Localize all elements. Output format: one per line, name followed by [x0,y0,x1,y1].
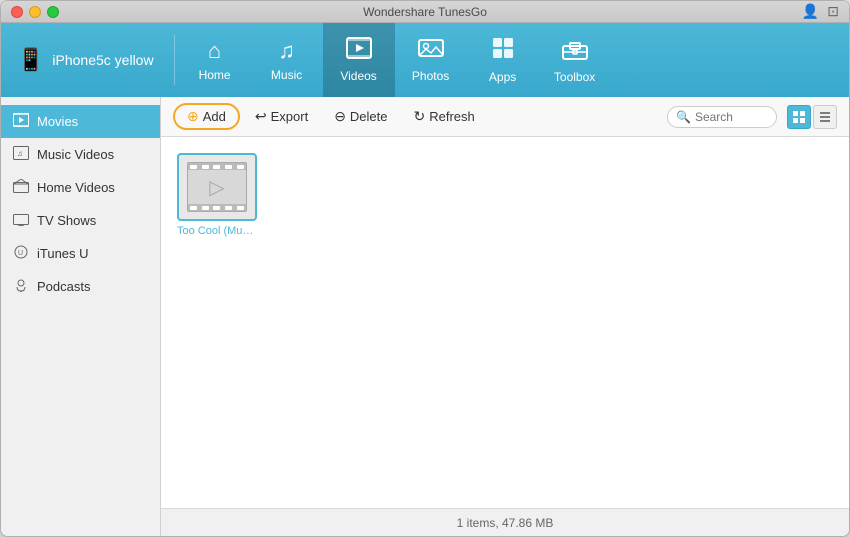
nav-home-label: Home [199,68,231,82]
delete-icon: ⊖ [334,108,346,125]
nav-item-photos[interactable]: Photos [395,23,467,97]
sidebar-home-videos-label: Home Videos [37,180,115,195]
add-label: Add [203,109,226,124]
refresh-icon: ↻ [414,108,426,125]
film-hole [213,206,220,210]
video-item[interactable]: ▷ Too Cool (Musi... [177,153,257,237]
status-text: 1 items, 47.86 MB [457,516,554,530]
device-label: 📱 iPhone5c yellow [1,47,170,73]
user-icon[interactable]: 👤 [802,3,819,20]
film-hole [202,206,209,210]
nav-apps-label: Apps [489,70,516,84]
video-label: Too Cool (Musi... [177,225,257,237]
search-box[interactable]: 🔍 [667,106,777,128]
export-label: Export [271,109,309,124]
film-hole [190,165,197,169]
sidebar-item-home-videos[interactable]: Home Videos [1,171,160,204]
nav-separator [174,35,175,85]
sidebar-item-tv-shows[interactable]: TV Shows [1,204,160,237]
sidebar-movies-label: Movies [37,114,78,129]
export-icon: ↩ [255,108,267,125]
search-input[interactable] [695,110,775,124]
svg-text:U: U [18,250,23,257]
film-hole [202,165,209,169]
nav-toolbox-label: Toolbox [554,70,595,84]
film-hole [237,165,244,169]
content-area: Movies ♫ Music Videos Hom [1,97,849,536]
traffic-lights [11,6,59,18]
sidebar-tv-shows-label: TV Shows [37,213,96,228]
sidebar: Movies ♫ Music Videos Hom [1,97,161,536]
film-hole [190,206,197,210]
video-thumb-inner: ▷ [187,162,247,212]
itunes-u-sidebar-icon: U [13,245,29,262]
nav-items: ⌂ Home ♫ Music Videos [179,23,611,97]
home-icon: ⌂ [208,38,221,64]
minimize-button[interactable] [29,6,41,18]
main-panel: ⊕ Add ↩ Export ⊖ Delete ↻ Refresh 🔍 [161,97,849,536]
list-view-button[interactable] [813,105,837,129]
nav-videos-label: Videos [340,69,376,83]
grid-view-button[interactable] [787,105,811,129]
status-bar: 1 items, 47.86 MB [161,508,849,536]
play-icon: ▷ [209,175,224,200]
podcasts-sidebar-icon [13,278,29,295]
film-hole [225,206,232,210]
sidebar-music-videos-label: Music Videos [37,147,114,162]
video-thumbnail: ▷ [177,153,257,221]
grid-content: ▷ Too Cool (Musi... [161,137,849,508]
device-icon: 📱 [17,47,44,73]
sidebar-itunes-u-label: iTunes U [37,246,89,261]
film-strip-top [188,163,246,170]
device-name: iPhone5c yellow [52,52,153,68]
nav-item-home[interactable]: ⌂ Home [179,23,251,97]
sidebar-item-movies[interactable]: Movies [1,105,160,138]
nav-item-apps[interactable]: Apps [467,23,539,97]
maximize-button[interactable] [47,6,59,18]
music-icon: ♫ [278,38,295,64]
nav-item-music[interactable]: ♫ Music [251,23,323,97]
film-hole [237,206,244,210]
sidebar-item-itunes-u[interactable]: U iTunes U [1,237,160,270]
nav-music-label: Music [271,68,302,82]
photos-icon [418,37,444,65]
nav-item-toolbox[interactable]: Toolbox [539,23,611,97]
refresh-button[interactable]: ↻ Refresh [403,103,486,130]
movies-sidebar-icon [13,113,29,130]
view-toggle [787,105,837,129]
add-button[interactable]: ⊕ Add [173,103,240,130]
refresh-label: Refresh [429,109,475,124]
delete-label: Delete [350,109,388,124]
sidebar-podcasts-label: Podcasts [37,279,90,294]
svg-text:♫: ♫ [17,149,23,158]
nav-item-videos[interactable]: Videos [323,23,395,97]
titlebar-controls: 👤 ⊡ [802,3,839,20]
window-title: Wondershare TunesGo [363,5,487,19]
titlebar: Wondershare TunesGo 👤 ⊡ [1,1,849,23]
home-videos-sidebar-icon [13,179,29,196]
toolbar: ⊕ Add ↩ Export ⊖ Delete ↻ Refresh 🔍 [161,97,849,137]
add-icon: ⊕ [187,108,199,125]
delete-button[interactable]: ⊖ Delete [323,103,398,130]
videos-icon [346,37,372,65]
export-button[interactable]: ↩ Export [244,103,319,130]
tv-shows-sidebar-icon [13,212,29,229]
apps-icon [491,36,515,66]
window-control-icon[interactable]: ⊡ [827,3,839,20]
close-button[interactable] [11,6,23,18]
film-hole [225,165,232,169]
search-icon: 🔍 [676,110,691,124]
navbar: 📱 iPhone5c yellow ⌂ Home ♫ Music [1,23,849,97]
sidebar-item-music-videos[interactable]: ♫ Music Videos [1,138,160,171]
music-videos-sidebar-icon: ♫ [13,146,29,163]
nav-photos-label: Photos [412,69,449,83]
sidebar-item-podcasts[interactable]: Podcasts [1,270,160,303]
app-window: Wondershare TunesGo 👤 ⊡ 📱 iPhone5c yello… [0,0,850,537]
film-hole [213,165,220,169]
film-strip-bottom [188,204,246,211]
toolbox-icon [562,36,588,66]
